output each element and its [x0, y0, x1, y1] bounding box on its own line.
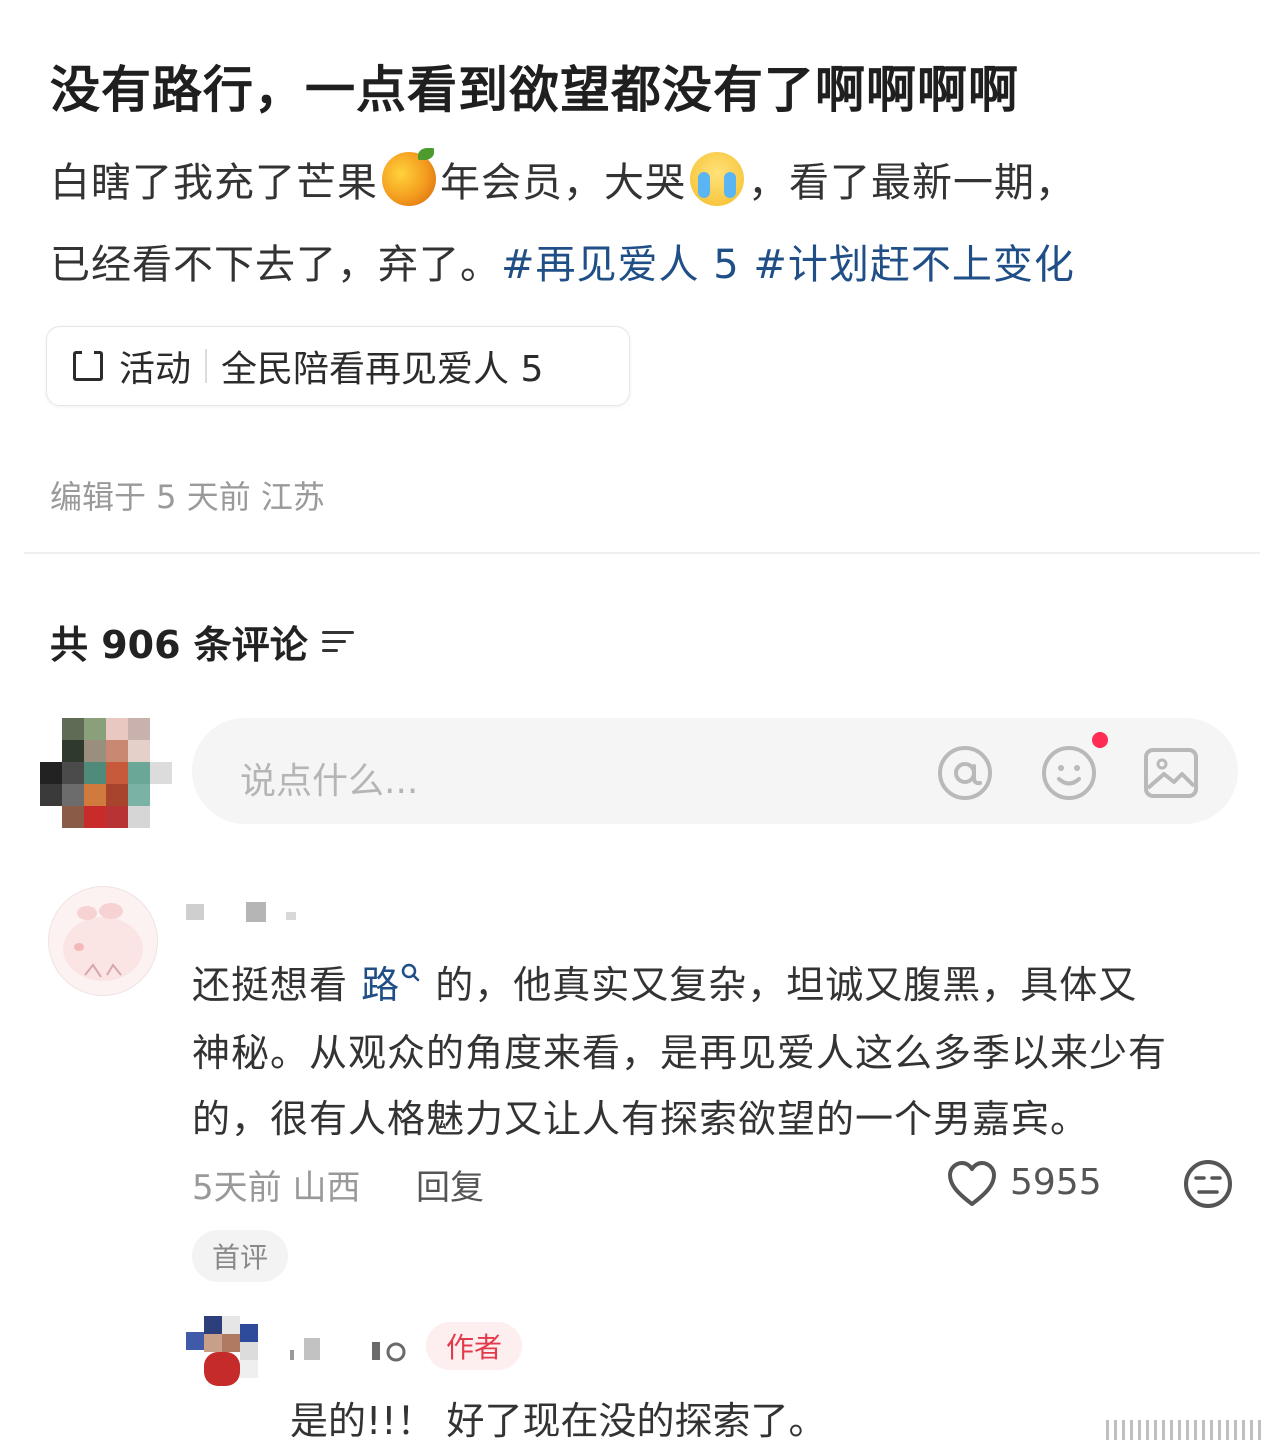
smile-icon[interactable] — [1040, 744, 1098, 802]
activity-separator — [205, 349, 208, 383]
comment-text-line-3: 的，很有人格魅力又让人有探索欲望的一个男嘉宾。 — [192, 1097, 1090, 1141]
mango-emoji-icon — [382, 148, 436, 206]
post-body-text: 已经看不下去了，弃了。 — [50, 242, 501, 288]
at-icon[interactable] — [936, 744, 994, 802]
current-user-avatar[interactable] — [40, 718, 172, 828]
comment-time-location: 5天前 山西 — [192, 1168, 361, 1208]
post-title: 没有路行，一点看到欲望都没有了啊啊啊啊 — [50, 61, 1019, 119]
image-icon[interactable] — [1142, 744, 1200, 802]
post-meta: 编辑于 5 天前 江苏 — [50, 478, 325, 516]
divider — [24, 552, 1260, 554]
commenter-avatar[interactable] — [48, 886, 158, 996]
comments-count-header[interactable]: 共 906 条评论 — [50, 614, 354, 669]
comment-input-placeholder[interactable]: 说点什么... — [240, 752, 418, 804]
author-avatar[interactable] — [186, 1316, 268, 1390]
like-count: 5955 — [1010, 1162, 1102, 1203]
reply-button[interactable]: 回复 — [416, 1160, 484, 1209]
author-badge: 作者 — [426, 1322, 522, 1370]
post-body-line-1: 白瞎了我充了芒果 年会员，大哭 ，看了最新一期， — [50, 148, 1076, 208]
notification-dot — [1092, 732, 1108, 748]
search-link-text[interactable]: 路 — [361, 963, 400, 1007]
post-body-line-2: 已经看不下去了，弃了。#再见爱人 5 #计划赶不上变化 — [50, 232, 1075, 290]
activity-name: 全民陪看再见爱人 5 — [221, 349, 544, 390]
author-name-redacted[interactable] — [290, 1330, 410, 1366]
first-comment-badge: 首评 — [192, 1230, 288, 1282]
comment-text: 的，他真实又复杂，坦诚又腹黑，具体又 — [422, 963, 1138, 1007]
heart-icon[interactable] — [946, 1160, 998, 1208]
commenter-name-redacted[interactable] — [186, 900, 316, 924]
comment-text-line-2: 神秘。从观众的角度来看，是再见爱人这么多季以来少有 — [192, 1031, 1168, 1075]
comment-text: 还挺想看 — [192, 963, 362, 1007]
search-link[interactable]: 路 — [361, 963, 422, 1007]
post-body-text: 白瞎了我充了芒果 — [50, 160, 378, 206]
sort-icon[interactable] — [321, 629, 354, 655]
hashtag-link[interactable]: #计划赶不上变化 — [753, 242, 1075, 288]
meh-face-icon[interactable] — [1182, 1158, 1234, 1210]
activity-card[interactable]: 活动 全民陪看再见爱人 5 — [46, 326, 630, 406]
reply-text: 是的!!！ 好了现在没的探索了。 — [290, 1399, 827, 1443]
post-body-text: 年会员，大哭 — [440, 160, 686, 206]
post-body-text: ，看了最新一期， — [748, 160, 1076, 206]
watermark-pattern — [1100, 1416, 1270, 1442]
comments-count: 共 906 条评论 — [50, 623, 308, 667]
activity-label: 活动 — [119, 349, 192, 390]
comment-text-line-1: 还挺想看 路 的，他真实又复杂，坦诚又腹黑，具体又 — [192, 954, 1137, 1009]
hashtag-link[interactable]: #再见爱人 5 — [501, 242, 740, 288]
search-icon — [401, 963, 420, 982]
activity-icon — [73, 350, 103, 381]
crying-face-emoji-icon — [690, 152, 744, 206]
